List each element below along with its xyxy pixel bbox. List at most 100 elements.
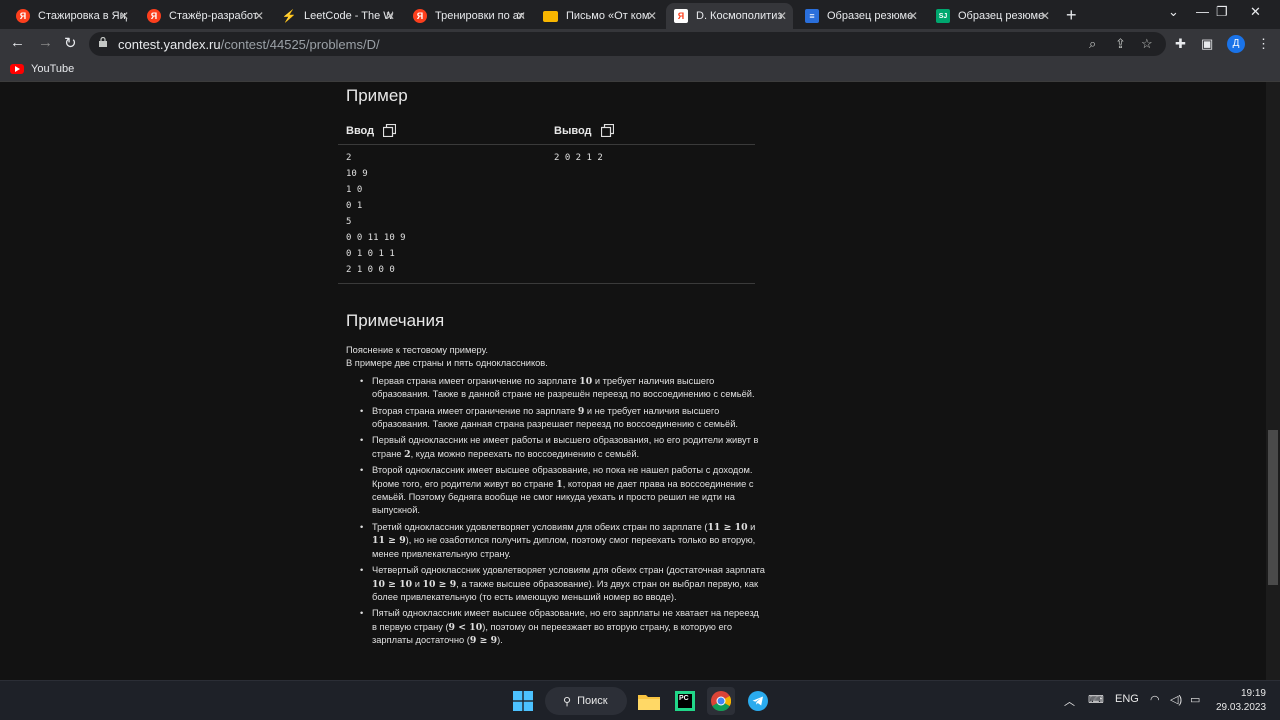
note-item: Пятый одноклассник имеет высшее образова…	[360, 607, 766, 647]
file-explorer-button[interactable]	[635, 687, 663, 715]
input-line: 1 0	[346, 185, 363, 195]
bookmark-star-icon[interactable]: ☆	[1141, 36, 1153, 52]
share-icon[interactable]: ⇪	[1115, 36, 1126, 52]
close-icon[interactable]: ✕	[385, 9, 395, 23]
notes-heading: Примечания	[346, 311, 445, 330]
start-button[interactable]	[509, 687, 537, 715]
page-content: Пример Ввод Вывод 2 10 9 1 0 0 1 5 0 0 1…	[0, 82, 1280, 680]
system-clock[interactable]: 19:19 29.03.2023	[1216, 687, 1266, 715]
tab-7[interactable]: SJ Образец резюме ✕	[928, 3, 1056, 29]
note-item: Первый одноклассник не имеет работы и вы…	[360, 434, 766, 461]
copy-input-icon[interactable]	[383, 124, 397, 137]
minimize-icon[interactable]: —	[1196, 4, 1209, 19]
notes-intro: В примере две страны и пять одноклассник…	[346, 358, 548, 369]
page-scrollbar[interactable]	[1266, 82, 1280, 680]
yandex-icon: Я	[413, 9, 427, 23]
input-line: 5	[346, 217, 352, 227]
folder-icon	[638, 695, 660, 710]
note-item: Вторая страна имеет ограничение по зарпл…	[360, 405, 766, 432]
pycharm-icon: PC	[675, 691, 695, 711]
maximize-icon[interactable]: ❐	[1216, 4, 1228, 20]
url-path: /contest/44525/problems/D/	[220, 37, 380, 52]
tab-2[interactable]: ⚡ LeetCode - The W ✕	[274, 3, 401, 29]
clock-time: 19:19	[1240, 688, 1266, 699]
wifi-icon[interactable]: ◠	[1150, 693, 1160, 706]
bookmarks-bar: YouTube	[0, 59, 1280, 82]
input-line: 2 1 0 0 0	[346, 265, 395, 275]
profile-avatar[interactable]: Д	[1227, 35, 1245, 53]
forward-icon[interactable]: →	[38, 34, 53, 51]
close-icon[interactable]: ✕	[254, 9, 264, 23]
url-host: contest.yandex.ru	[118, 37, 221, 52]
telegram-icon	[748, 691, 768, 711]
address-bar[interactable]: contest.yandex.ru/contest/44525/problems…	[89, 32, 1166, 56]
chrome-icon	[711, 691, 731, 711]
example-heading: Пример	[346, 86, 408, 105]
close-window-icon[interactable]: ✕	[1250, 4, 1261, 20]
note-item: Первая страна имеет ограничение по зарпл…	[360, 375, 766, 402]
note-item: Третий одноклассник удовлетворяет услови…	[360, 521, 766, 561]
close-icon[interactable]: ✕	[516, 9, 526, 23]
table-divider-top	[338, 144, 755, 145]
back-icon[interactable]: ←	[10, 34, 25, 51]
browser-toolbar: ← → ↻ contest.yandex.ru/contest/44525/pr…	[0, 29, 1280, 59]
input-line: 0 1 0 1 1	[346, 249, 395, 259]
windows-icon	[513, 691, 533, 711]
tab-4[interactable]: Письмо «От ком ✕	[535, 3, 663, 29]
table-divider-bottom	[338, 283, 755, 284]
search-icon: ⚲	[563, 695, 572, 708]
close-icon[interactable]: ✕	[647, 9, 657, 23]
leetcode-icon: ⚡	[281, 9, 297, 23]
note-item: Второй одноклассник имеет высшее образов…	[360, 464, 766, 518]
tab-search-icon[interactable]: ⌄	[1168, 4, 1179, 20]
chrome-button[interactable]	[707, 687, 735, 715]
zoom-icon[interactable]: ⌕	[1089, 36, 1096, 52]
yandex-icon: Я	[16, 9, 30, 23]
taskbar-search[interactable]: ⚲ Поиск	[545, 687, 627, 715]
tab-5-active[interactable]: Я D. Космополитиз ✕	[666, 3, 793, 29]
tab-0[interactable]: Я Стажировка в Янд ✕	[8, 3, 135, 29]
output-line: 2 0 2 1 2	[554, 153, 603, 163]
youtube-icon	[10, 64, 24, 74]
telegram-button[interactable]	[744, 687, 772, 715]
close-icon[interactable]: ✕	[908, 9, 918, 23]
pycharm-button[interactable]: PC	[671, 687, 699, 715]
battery-icon[interactable]: ▭	[1190, 693, 1200, 706]
menu-icon[interactable]: ⋮	[1257, 36, 1270, 52]
notes-intro: Пояснение к тестовому примеру.	[346, 345, 488, 355]
close-icon[interactable]: ✕	[119, 9, 129, 23]
tab-6[interactable]: ≡ Образец резюме ✕	[797, 3, 924, 29]
clock-date: 29.03.2023	[1216, 702, 1267, 713]
notes-list: Первая страна имеет ограничение по зарпл…	[346, 375, 766, 648]
notes-body: Пояснение к тестовому примеру. В примере…	[346, 344, 766, 651]
yandex-contest-icon: Я	[674, 9, 688, 23]
yandex-icon: Я	[147, 9, 161, 23]
url-text: contest.yandex.ru/contest/44525/problems…	[118, 37, 380, 52]
new-tab-icon[interactable]: +	[1066, 5, 1077, 26]
input-header: Ввод	[346, 124, 397, 137]
close-icon[interactable]: ✕	[1040, 9, 1050, 23]
extensions-icon[interactable]: ✚	[1175, 36, 1186, 52]
copy-output-icon[interactable]	[600, 124, 614, 137]
lock-icon	[99, 37, 107, 47]
tab-3[interactable]: Я Тренировки по ал ✕	[405, 3, 532, 29]
mail-icon	[543, 10, 558, 22]
tab-1[interactable]: Я Стажёр-разработ ✕	[139, 3, 270, 29]
side-panel-icon[interactable]: ▣	[1201, 36, 1213, 52]
scrollbar-thumb[interactable]	[1268, 430, 1278, 585]
tray-chevron-icon[interactable]: ︿	[1064, 693, 1075, 709]
reload-icon[interactable]: ↻	[64, 34, 77, 52]
tab-strip: Я Стажировка в Янд ✕ Я Стажёр-разработ ✕…	[0, 0, 1280, 29]
volume-icon[interactable]: ◁)	[1170, 693, 1182, 706]
bookmark-youtube[interactable]: YouTube	[10, 63, 74, 75]
keyboard-icon[interactable]: ⌨	[1088, 693, 1104, 706]
windows-taskbar: ⚲ Поиск PC ︿ ⌨ ENG ◠ ◁) ▭ 19:19 29.03.20…	[0, 680, 1280, 720]
input-line: 0 0 11 10 9	[346, 233, 406, 243]
input-line: 10 9	[346, 169, 368, 179]
note-item: Четвертый одноклассник удовлетворяет усл…	[360, 564, 766, 604]
language-indicator[interactable]: ENG	[1115, 693, 1139, 705]
input-line: 0 1	[346, 201, 363, 211]
input-line: 2	[346, 153, 352, 163]
close-icon[interactable]: ✕	[777, 9, 787, 23]
sj-icon: SJ	[936, 9, 950, 23]
